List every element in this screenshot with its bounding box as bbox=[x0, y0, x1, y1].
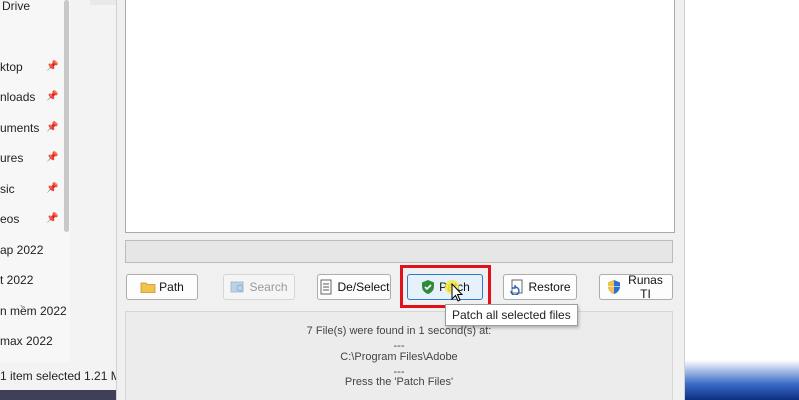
nav-item-documents[interactable]: uments bbox=[0, 118, 39, 138]
deselect-button[interactable]: De/Select bbox=[317, 274, 391, 300]
file-list[interactable] bbox=[125, 0, 675, 233]
nav-item-pictures[interactable]: ures bbox=[0, 148, 23, 168]
navigation-pane: Drive ktop 📌 nloads 📌 uments 📌 ures 📌 si… bbox=[0, 0, 70, 362]
nav-item-onedrive[interactable]: Drive bbox=[2, 0, 30, 16]
runas-ti-button[interactable]: Runas TI bbox=[599, 273, 673, 301]
progress-bar bbox=[125, 240, 673, 263]
pin-icon: 📌 bbox=[46, 152, 59, 163]
nav-scrollbar[interactable] bbox=[64, 0, 69, 232]
nav-item-folder-2[interactable]: t 2022 bbox=[0, 270, 33, 290]
uac-shield-icon bbox=[606, 279, 622, 295]
restore-button-label: Restore bbox=[528, 280, 571, 294]
pin-icon: 📌 bbox=[46, 61, 59, 72]
desktop-background bbox=[683, 0, 799, 400]
patch-tooltip: Patch all selected files bbox=[445, 304, 578, 326]
log-panel: 7 File(s) were found in 1 second(s) at: … bbox=[125, 311, 673, 400]
pin-icon: 📌 bbox=[46, 91, 59, 102]
folder-icon bbox=[140, 279, 156, 295]
mouse-cursor-icon bbox=[445, 280, 464, 302]
nav-item-folder-3[interactable]: n mềm 2022 bbox=[0, 301, 67, 321]
log-line-instruction: Press the 'Patch Files' bbox=[344, 376, 454, 388]
runas-ti-button-label: Runas TI bbox=[628, 273, 663, 301]
checklist-icon bbox=[318, 279, 334, 295]
nav-item-downloads[interactable]: nloads bbox=[0, 87, 35, 107]
search-folder-icon bbox=[230, 279, 246, 295]
status-bar-text: 1 item selected 1.21 MB bbox=[0, 369, 129, 383]
pin-icon: 📌 bbox=[46, 213, 59, 224]
taskbar bbox=[0, 390, 116, 400]
deselect-button-label: De/Select bbox=[337, 280, 390, 294]
nav-item-desktop[interactable]: ktop bbox=[0, 57, 23, 77]
path-button-label: Path bbox=[159, 280, 184, 294]
log-line-path: C:\Program Files\Adobe bbox=[340, 351, 458, 363]
restore-button[interactable]: Restore bbox=[503, 274, 577, 300]
search-button[interactable]: Search bbox=[223, 274, 295, 300]
nav-item-folder-1[interactable]: ap 2022 bbox=[0, 240, 43, 260]
nav-item-music[interactable]: sic bbox=[0, 179, 15, 199]
pin-icon: 📌 bbox=[46, 183, 59, 194]
path-button[interactable]: Path bbox=[126, 274, 198, 300]
patcher-dialog: Path Search De/Select Patch Restore Runa… bbox=[116, 0, 685, 400]
search-button-label: Search bbox=[249, 280, 288, 294]
nav-item-videos[interactable]: eos bbox=[0, 209, 19, 229]
restore-icon bbox=[509, 279, 525, 296]
pin-icon: 📌 bbox=[46, 122, 59, 133]
log-line-found: 7 File(s) were found in 1 second(s) at: bbox=[306, 325, 492, 337]
window-edge bbox=[90, 0, 116, 5]
nav-item-folder-4[interactable]: max 2022 bbox=[0, 331, 53, 351]
file-explorer-window: Drive ktop 📌 nloads 📌 uments 📌 ures 📌 si… bbox=[0, 0, 129, 400]
